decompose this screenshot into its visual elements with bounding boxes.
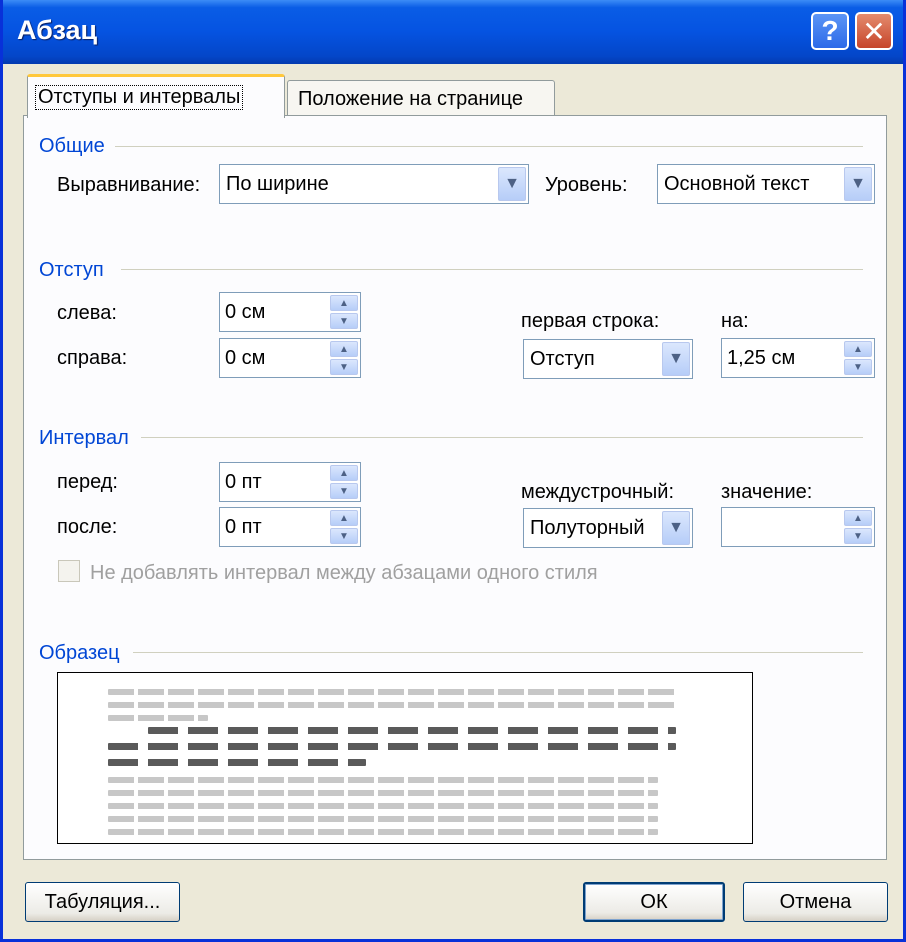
spacing-before-spinner[interactable]: 0 пт ▲ ▼	[219, 462, 361, 502]
triangle-down-icon[interactable]: ▼	[330, 313, 358, 329]
preview-previous-line	[108, 689, 678, 695]
preview-next-line	[108, 790, 658, 796]
tab-label: Отступы и интервалы	[34, 85, 244, 110]
chevron-down-icon[interactable]: ▼	[662, 342, 690, 376]
group-title-indent: Отступ	[39, 259, 104, 281]
indent-left-spinner[interactable]: 0 см ▲ ▼	[219, 292, 361, 332]
indent-right-spinner[interactable]: 0 см ▲ ▼	[219, 338, 361, 378]
spin-arrows: ▲ ▼	[844, 341, 872, 375]
alignment-dropdown[interactable]: По ширине ▼	[219, 164, 529, 204]
chevron-down-icon[interactable]: ▼	[662, 511, 690, 545]
help-icon: ?	[821, 15, 839, 46]
first-line-label: первая строка:	[521, 310, 660, 332]
preview-previous-line	[108, 715, 208, 721]
spacing-value-spinner[interactable]: ▲ ▼	[721, 507, 875, 547]
help-button[interactable]: ?	[811, 12, 849, 50]
line-spacing-value: Полуторный	[530, 517, 645, 539]
level-label: Уровень:	[545, 174, 628, 196]
triangle-up-icon[interactable]: ▲	[844, 510, 872, 526]
tab-indents-spacing[interactable]: Отступы и интервалы	[27, 74, 285, 118]
indent-left-label: слева:	[57, 302, 117, 324]
triangle-down-icon[interactable]: ▼	[330, 483, 358, 499]
spacing-before-label: перед:	[57, 471, 118, 493]
spin-arrows: ▲ ▼	[330, 510, 358, 544]
indent-right-label: справа:	[57, 347, 128, 369]
no-space-same-style-label: Не добавлять интервал между абзацами одн…	[90, 562, 598, 584]
first-line-value: Отступ	[530, 348, 595, 370]
triangle-down-icon[interactable]: ▼	[844, 359, 872, 375]
cancel-button[interactable]: Отмена	[743, 882, 888, 922]
group-divider	[115, 146, 863, 147]
indent-by-spinner[interactable]: 1,25 см ▲ ▼	[721, 338, 875, 378]
preview-sample-line	[108, 759, 366, 766]
cancel-button-label: Отмена	[779, 890, 852, 913]
ok-button[interactable]: ОК	[583, 882, 725, 922]
tabs-button[interactable]: Табуляция...	[25, 882, 180, 922]
alignment-value: По ширине	[226, 173, 329, 195]
ok-button-label: ОК	[640, 890, 668, 913]
window-title: Абзац	[17, 15, 98, 45]
group-divider	[133, 652, 863, 653]
line-spacing-label: междустрочный:	[521, 481, 675, 503]
triangle-down-icon[interactable]: ▼	[844, 528, 872, 544]
preview-next-line	[108, 803, 658, 809]
preview-sample-line	[148, 727, 676, 734]
spin-arrows: ▲ ▼	[844, 510, 872, 544]
group-title-spacing: Интервал	[39, 427, 129, 449]
triangle-down-icon[interactable]: ▼	[330, 528, 358, 544]
alignment-label: Выравнивание:	[57, 174, 201, 196]
paragraph-dialog: Абзац ? ✕ Положение на странице Отступы …	[0, 0, 906, 942]
spacing-after-label: после:	[57, 516, 118, 538]
group-divider	[121, 269, 863, 270]
first-line-dropdown[interactable]: Отступ ▼	[523, 339, 693, 379]
preview-next-line	[108, 829, 658, 835]
preview-previous-line	[108, 702, 678, 708]
indent-right-value: 0 см	[225, 347, 266, 369]
no-space-same-style-checkbox[interactable]	[58, 560, 80, 582]
spin-arrows: ▲ ▼	[330, 295, 358, 329]
indent-by-value: 1,25 см	[727, 347, 796, 369]
preview-next-line	[108, 816, 658, 822]
triangle-up-icon[interactable]: ▲	[330, 510, 358, 526]
group-divider	[141, 437, 863, 438]
spacing-value-label: значение:	[721, 481, 813, 503]
preview-sample-line	[108, 743, 676, 750]
title-bar[interactable]: Абзац ? ✕	[3, 0, 903, 64]
level-dropdown[interactable]: Основной текст ▼	[657, 164, 875, 204]
paragraph-preview	[57, 672, 753, 844]
chevron-down-icon[interactable]: ▼	[498, 167, 526, 201]
tab-label: Положение на странице	[298, 88, 523, 110]
level-value: Основной текст	[664, 173, 810, 195]
spacing-before-value: 0 пт	[225, 471, 262, 493]
chevron-down-icon[interactable]: ▼	[844, 167, 872, 201]
spin-arrows: ▲ ▼	[330, 465, 358, 499]
line-spacing-dropdown[interactable]: Полуторный ▼	[523, 508, 693, 548]
indent-by-label: на:	[721, 310, 749, 332]
spacing-after-spinner[interactable]: 0 пт ▲ ▼	[219, 507, 361, 547]
triangle-up-icon[interactable]: ▲	[330, 295, 358, 311]
triangle-down-icon[interactable]: ▼	[330, 359, 358, 375]
tabs-button-label: Табуляция...	[44, 890, 161, 913]
preview-next-line	[108, 777, 658, 783]
spin-arrows: ▲ ▼	[330, 341, 358, 375]
triangle-up-icon[interactable]: ▲	[330, 465, 358, 481]
group-title-general: Общие	[39, 135, 105, 157]
group-title-preview: Образец	[39, 642, 120, 664]
close-button[interactable]: ✕	[855, 12, 893, 50]
tab-page-position[interactable]: Положение на странице	[287, 80, 555, 116]
close-icon: ✕	[862, 15, 886, 47]
triangle-up-icon[interactable]: ▲	[330, 341, 358, 357]
indent-left-value: 0 см	[225, 301, 266, 323]
triangle-up-icon[interactable]: ▲	[844, 341, 872, 357]
spacing-after-value: 0 пт	[225, 516, 262, 538]
